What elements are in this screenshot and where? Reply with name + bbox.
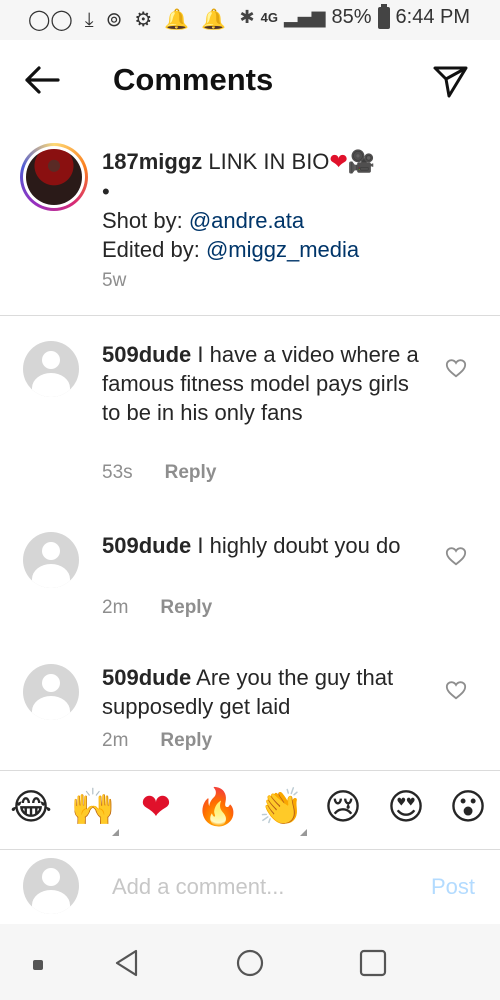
emoji-heart-button[interactable]: ❤ bbox=[133, 785, 179, 831]
post-button[interactable]: Post bbox=[431, 874, 475, 900]
emoji-fire-button[interactable]: 🔥 bbox=[195, 785, 241, 831]
comment-body: I highly doubt you do bbox=[197, 533, 401, 558]
paper-plane-icon bbox=[433, 66, 468, 98]
heart-icon[interactable] bbox=[445, 545, 467, 567]
bell-icon: 🔔 bbox=[164, 7, 190, 31]
settings-icon: ⚙ bbox=[134, 7, 153, 31]
comment-meta: 53s Reply bbox=[102, 462, 216, 484]
shot-by-mention[interactable]: @andre.ata bbox=[189, 208, 304, 233]
edited-by-label: Edited by: bbox=[102, 237, 200, 262]
comment-composer: Post bbox=[0, 848, 500, 924]
signal-icon: ▂▄▆ bbox=[283, 7, 326, 28]
skin-tone-indicator bbox=[300, 829, 307, 836]
video-camera-emoji: 🎥 bbox=[347, 150, 376, 175]
battery-percent: 85% bbox=[331, 6, 372, 28]
comment-text: 509dude Are you the guy that supposedly … bbox=[102, 663, 427, 721]
clock: 6:44 PM bbox=[395, 6, 470, 28]
caption-timestamp: 5w bbox=[102, 270, 127, 291]
battery-icon bbox=[377, 3, 390, 29]
nav-recents-icon[interactable] bbox=[358, 948, 388, 978]
nav-back-icon[interactable] bbox=[112, 948, 142, 978]
voicemail-icon: ◯◯ bbox=[28, 7, 73, 31]
emoji-cry-button[interactable]: 😢 bbox=[320, 785, 366, 831]
nav-home-icon[interactable] bbox=[235, 948, 265, 978]
comment-username[interactable]: 509dude bbox=[102, 533, 191, 558]
reply-button[interactable]: Reply bbox=[160, 597, 212, 619]
avatar bbox=[26, 149, 82, 205]
heart-emoji: ❤ bbox=[329, 150, 348, 175]
emoji-open-mouth-button[interactable]: 😮 bbox=[445, 785, 491, 831]
emoji-clap-button[interactable]: 👏 bbox=[258, 785, 304, 831]
comment-meta: 2m Reply bbox=[102, 730, 212, 752]
comment-timestamp: 53s bbox=[102, 462, 133, 483]
edited-by-mention[interactable]: @miggz_media bbox=[206, 237, 359, 262]
comment-username[interactable]: 509dude bbox=[102, 665, 191, 690]
caption-text: 187miggz LINK IN BIO❤🎥 • Shot by: @andre… bbox=[102, 147, 462, 295]
page-title: Comments bbox=[113, 62, 274, 97]
reply-button[interactable]: Reply bbox=[165, 462, 217, 484]
emoji-reaction-bar: 😂 🙌 ❤ 🔥 👏 😢 😍 😮 bbox=[0, 770, 500, 850]
network-type: 4G bbox=[260, 9, 278, 25]
comment-username[interactable]: 509dude bbox=[102, 342, 191, 367]
header: Comments bbox=[0, 40, 500, 124]
shot-by-label: Shot by: bbox=[102, 208, 183, 233]
emoji-raised-hands-button[interactable]: 🙌 bbox=[70, 785, 116, 831]
caption-body: LINK IN BIO bbox=[208, 149, 330, 174]
heart-icon[interactable] bbox=[445, 679, 467, 701]
system-nav-bar bbox=[0, 924, 500, 1000]
share-button[interactable] bbox=[430, 60, 470, 100]
back-button[interactable] bbox=[22, 60, 62, 100]
emoji-heart-eyes-button[interactable]: 😍 bbox=[383, 785, 429, 831]
hotspot-icon: ⊚ bbox=[105, 7, 123, 31]
avatar[interactable] bbox=[23, 341, 79, 397]
comment-timestamp: 2m bbox=[102, 730, 129, 751]
status-bar: ◯◯ ⤓ ⊚ ⚙ 🔔 🔔 ✱ 4G ▂▄▆ 85% 6:44 PM bbox=[0, 0, 500, 40]
skin-tone-indicator bbox=[112, 829, 119, 836]
reply-button[interactable]: Reply bbox=[160, 730, 212, 752]
nav-dot-icon bbox=[33, 960, 43, 970]
comment-text: 509dude I have a video where a famous fi… bbox=[102, 340, 427, 427]
divider bbox=[0, 315, 500, 316]
comment-input[interactable] bbox=[110, 868, 404, 906]
heart-icon[interactable] bbox=[445, 357, 467, 379]
caption-bullet: • bbox=[102, 179, 110, 204]
comment-timestamp: 2m bbox=[102, 597, 129, 618]
bluetooth-icon: ✱ bbox=[239, 7, 255, 28]
download-icon: ⤓ bbox=[84, 7, 94, 31]
post-caption: 187miggz LINK IN BIO❤🎥 • Shot by: @andre… bbox=[0, 143, 500, 315]
comment-meta: 2m Reply bbox=[102, 597, 212, 619]
avatar[interactable] bbox=[23, 532, 79, 588]
avatar[interactable] bbox=[23, 664, 79, 720]
back-arrow-icon bbox=[25, 66, 60, 94]
comment-text: 509dude I highly doubt you do bbox=[102, 531, 427, 560]
emoji-joy-button[interactable]: 😂 bbox=[8, 785, 54, 831]
bell-icon: 🔔 bbox=[201, 7, 227, 31]
caption-username[interactable]: 187miggz bbox=[102, 149, 202, 174]
story-ring[interactable] bbox=[20, 143, 88, 211]
avatar bbox=[23, 858, 79, 914]
